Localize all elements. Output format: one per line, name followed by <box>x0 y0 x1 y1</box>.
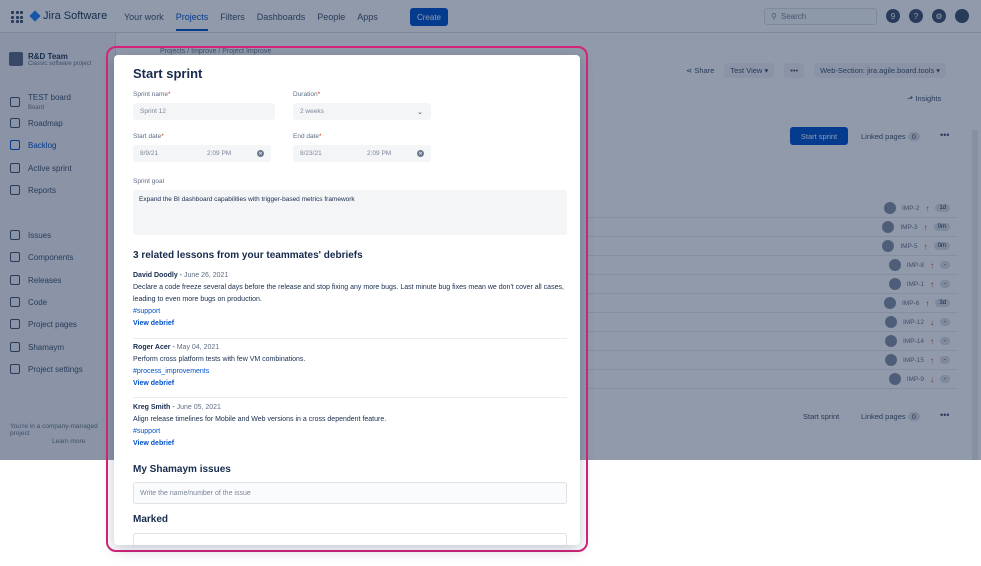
lesson-author: Roger Acer <box>133 344 171 351</box>
start-sprint-dialog: Start sprint Sprint name* Sprint 12 Dura… <box>114 55 580 545</box>
lesson-tag[interactable]: #support <box>133 426 567 438</box>
lesson-item: Roger Acer - May 04, 2021 Perform cross … <box>133 342 567 390</box>
sprint-goal-label: Sprint goal <box>133 178 165 185</box>
clear-icon[interactable]: ✕ <box>257 150 264 157</box>
end-time-value[interactable]: 2:09 PM <box>367 150 391 157</box>
view-debrief-link[interactable]: View debrief <box>133 378 567 390</box>
chevron-down-icon: ⌄ <box>417 108 423 116</box>
lesson-text: Declare a code freeze several days befor… <box>133 284 564 303</box>
end-date-label-text: End date <box>293 133 320 140</box>
end-date-label: End date* <box>293 133 322 140</box>
divider <box>133 397 567 398</box>
lesson-item: David Doodly - June 26, 2021 Declare a c… <box>133 270 567 330</box>
lesson-author: Kreg Smith <box>133 404 171 411</box>
duration-value: 2 weeks <box>300 108 324 115</box>
view-debrief-link[interactable]: View debrief <box>133 438 567 450</box>
sprint-name-input[interactable]: Sprint 12 <box>133 103 275 120</box>
lesson-tag[interactable]: #support <box>133 306 567 318</box>
lesson-date: June 05, 2021 <box>176 404 221 411</box>
issue-search-input[interactable]: Write the name/number of the issue <box>133 482 567 504</box>
duration-label: Duration* <box>293 91 321 98</box>
sprint-name-label: Sprint name* <box>133 91 171 98</box>
view-debrief-link[interactable]: View debrief <box>133 318 567 330</box>
marked-input[interactable] <box>133 533 567 545</box>
lesson-tag[interactable]: #process_improvements <box>133 366 567 378</box>
end-date-picker[interactable]: 8/23/21 2:09 PM ✕ <box>293 145 431 162</box>
start-date-label-text: Start date <box>133 133 162 140</box>
start-time-value[interactable]: 2:09 PM <box>207 150 231 157</box>
start-date-value: 8/9/21 <box>140 150 159 157</box>
lesson-date: May 04, 2021 <box>176 344 220 351</box>
dialog-title: Start sprint <box>133 66 203 81</box>
duration-label-text: Duration <box>293 91 318 98</box>
sprint-goal-textarea[interactable]: Expand the BI dashboard capabilities wit… <box>133 190 567 235</box>
divider <box>133 338 567 339</box>
lesson-text: Align release timelines for Mobile and W… <box>133 416 387 423</box>
marked-heading: Marked <box>133 514 169 525</box>
duration-select[interactable]: 2 weeks ⌄ <box>293 103 431 120</box>
lesson-text: Perform cross platform tests with few VM… <box>133 356 306 363</box>
clear-icon[interactable]: ✕ <box>417 150 424 157</box>
lessons-heading: 3 related lessons from your teammates' d… <box>133 250 363 261</box>
lesson-item: Kreg Smith - June 05, 2021 Align release… <box>133 402 567 450</box>
lesson-date: June 26, 2021 <box>183 272 229 279</box>
lesson-author: David Doodly <box>133 272 178 279</box>
end-date-value: 8/23/21 <box>300 150 322 157</box>
start-date-picker[interactable]: 8/9/21 2:09 PM ✕ <box>133 145 271 162</box>
my-issues-heading: My Shamaym issues <box>133 464 231 475</box>
sprint-name-label-text: Sprint name <box>133 91 169 98</box>
start-date-label: Start date* <box>133 133 164 140</box>
